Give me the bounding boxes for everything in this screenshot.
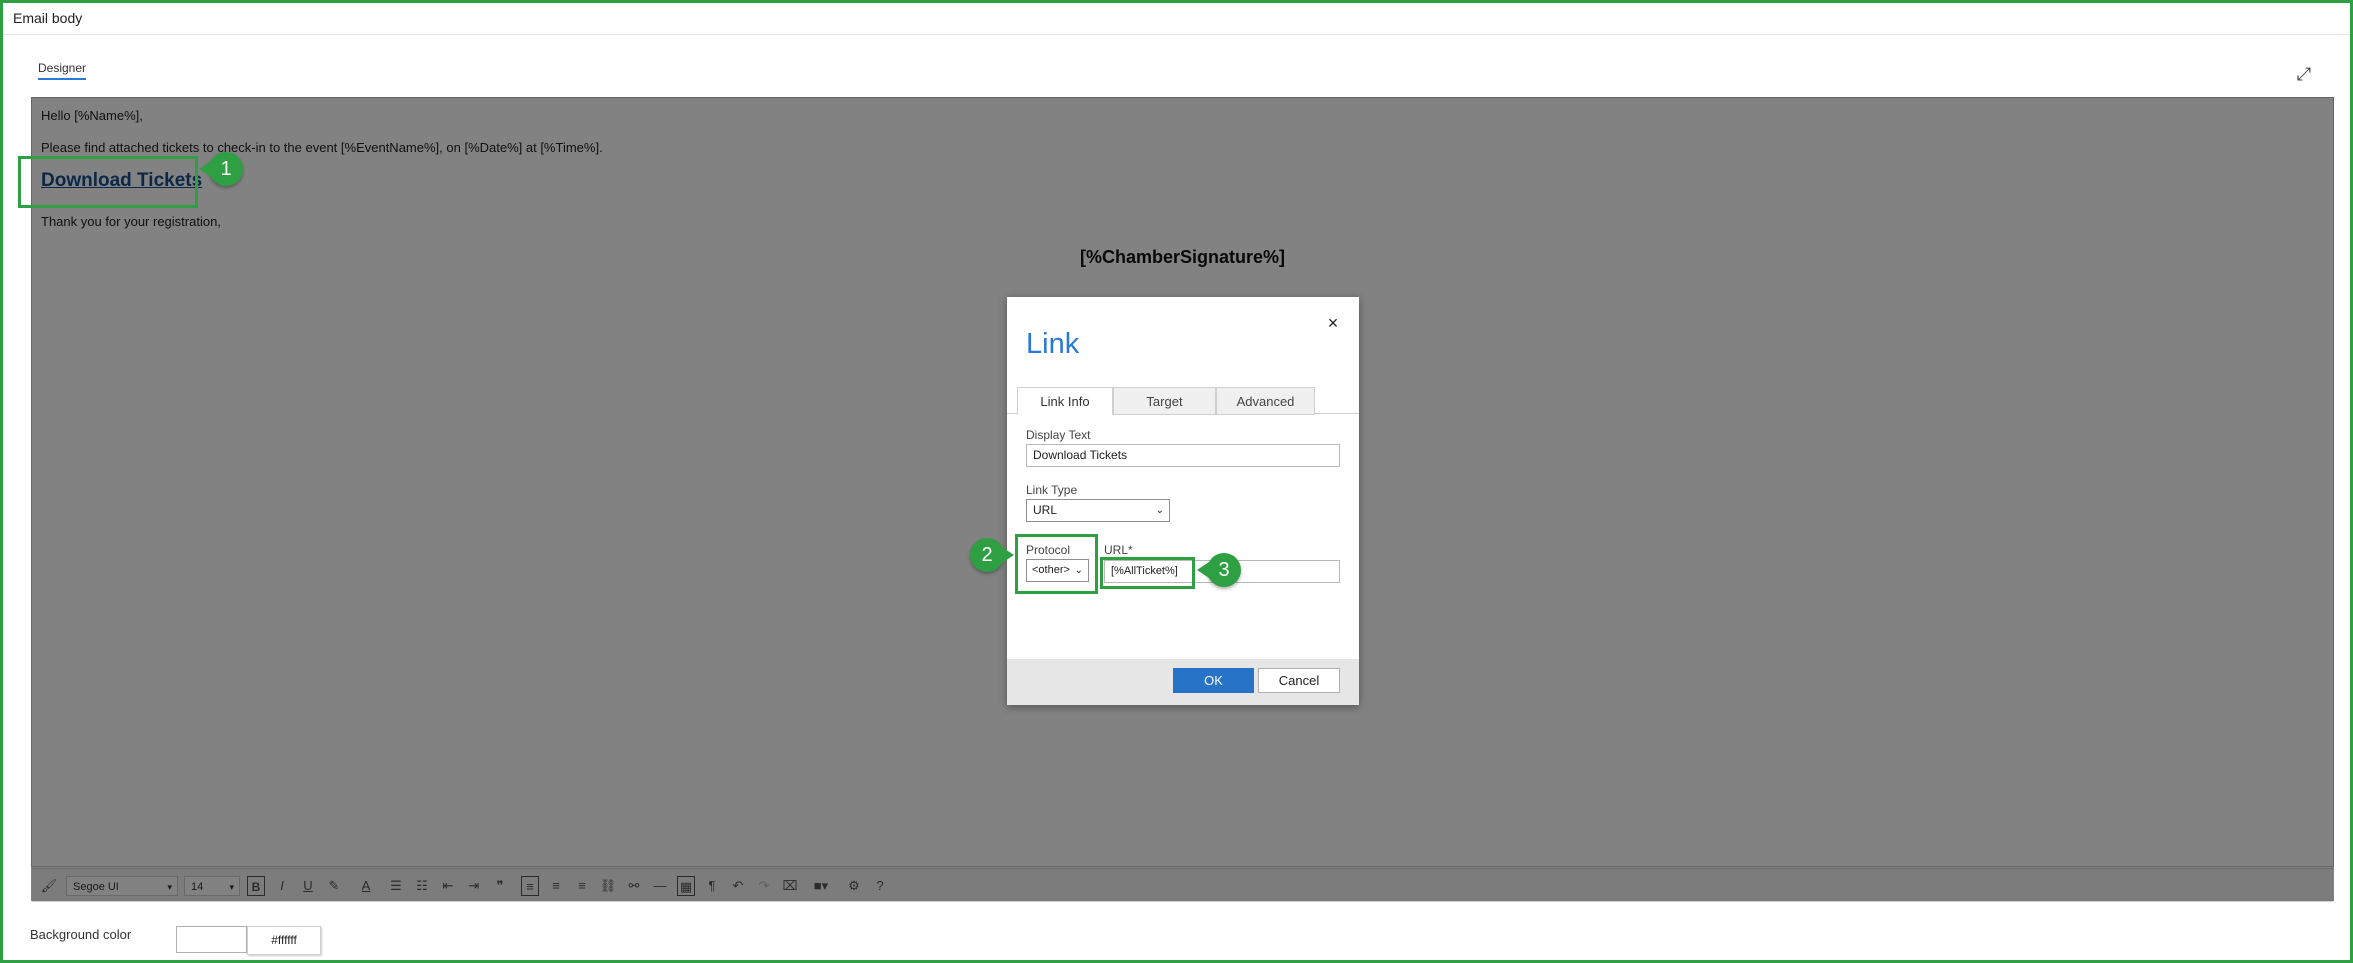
link-type-select[interactable]: URL ⌄ xyxy=(1026,499,1170,522)
tab-designer[interactable]: Designer xyxy=(38,61,87,80)
background-color-swatch[interactable] xyxy=(176,926,247,953)
link-type-label: Link Type xyxy=(1026,483,1078,497)
panel-title: Email body xyxy=(13,10,83,26)
annotation-box-3 xyxy=(1100,557,1195,589)
background-color-label: Background color xyxy=(30,927,132,942)
chevron-down-icon: ⌄ xyxy=(1155,505,1164,516)
url-label: URL* xyxy=(1104,543,1133,557)
link-dialog: Link × Link Info Target Advanced Display… xyxy=(1007,297,1359,705)
annotation-box-1 xyxy=(18,156,198,208)
link-type-value: URL xyxy=(1033,503,1058,517)
tab-link-info[interactable]: Link Info xyxy=(1017,387,1113,415)
expand-icon[interactable]: ⤢ xyxy=(2294,64,2314,84)
annotation-badge-1: 1 xyxy=(199,152,243,186)
dialog-tabs: Link Info Target Advanced xyxy=(1007,387,1359,415)
ok-button[interactable]: OK xyxy=(1173,668,1254,693)
annotation-box-2 xyxy=(1015,534,1098,594)
cancel-button[interactable]: Cancel xyxy=(1258,668,1340,693)
dialog-footer: OK Cancel xyxy=(1007,659,1359,705)
display-text-input[interactable]: Download Tickets xyxy=(1026,444,1340,467)
tab-advanced[interactable]: Advanced xyxy=(1216,387,1315,415)
display-text-label: Display Text xyxy=(1026,428,1091,442)
close-icon[interactable]: × xyxy=(1325,314,1341,332)
dialog-title: Link xyxy=(1026,328,1080,360)
tab-target[interactable]: Target xyxy=(1113,387,1216,415)
panel-divider xyxy=(3,34,2350,35)
annotation-badge-3: 3 xyxy=(1197,553,1241,587)
background-color-input[interactable]: #ffffff xyxy=(247,926,321,955)
annotation-badge-2: 2 xyxy=(970,538,1014,572)
